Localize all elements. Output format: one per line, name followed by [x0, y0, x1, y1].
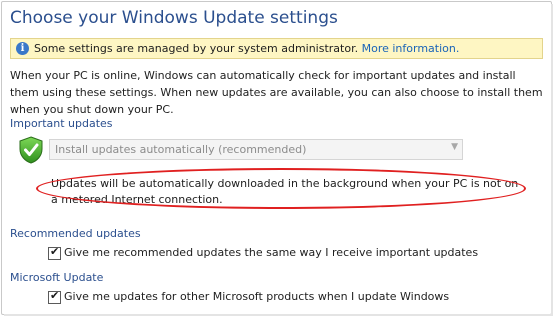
microsoft-update-heading: Microsoft Update — [10, 271, 104, 284]
shield-check-icon — [19, 136, 43, 164]
microsoft-update-label[interactable]: Give me updates for other Microsoft prod… — [64, 290, 449, 303]
info-icon: i — [16, 42, 29, 55]
intro-paragraph: When your PC is online, Windows can auto… — [10, 69, 543, 116]
window-shadow-bottom — [4, 314, 553, 316]
checkmark-icon: ✔ — [50, 289, 60, 302]
dropdown-selected-value: Install updates automatically (recommend… — [55, 143, 307, 156]
admin-info-bar: i Some settings are managed by your syst… — [10, 38, 543, 59]
checkmark-icon: ✔ — [50, 245, 60, 258]
recommended-updates-label[interactable]: Give me recommended updates the same way… — [64, 246, 478, 259]
recommended-updates-heading: Recommended updates — [10, 227, 141, 240]
more-information-link[interactable]: More information. — [362, 42, 460, 55]
chevron-down-icon: ▼ — [451, 142, 458, 152]
window-shadow-right — [551, 4, 553, 315]
info-bar-text: Some settings are managed by your system… — [34, 42, 459, 55]
recommended-updates-checkbox[interactable]: ✔ — [48, 245, 61, 260]
page-title: Choose your Windows Update settings — [10, 8, 338, 28]
important-updates-heading: Important updates — [10, 117, 113, 130]
red-highlight-oval — [36, 168, 526, 209]
info-message: Some settings are managed by your system… — [34, 42, 359, 55]
update-mode-dropdown[interactable]: Install updates automatically (recommend… — [49, 139, 463, 160]
microsoft-update-checkbox[interactable]: ✔ — [48, 289, 61, 304]
